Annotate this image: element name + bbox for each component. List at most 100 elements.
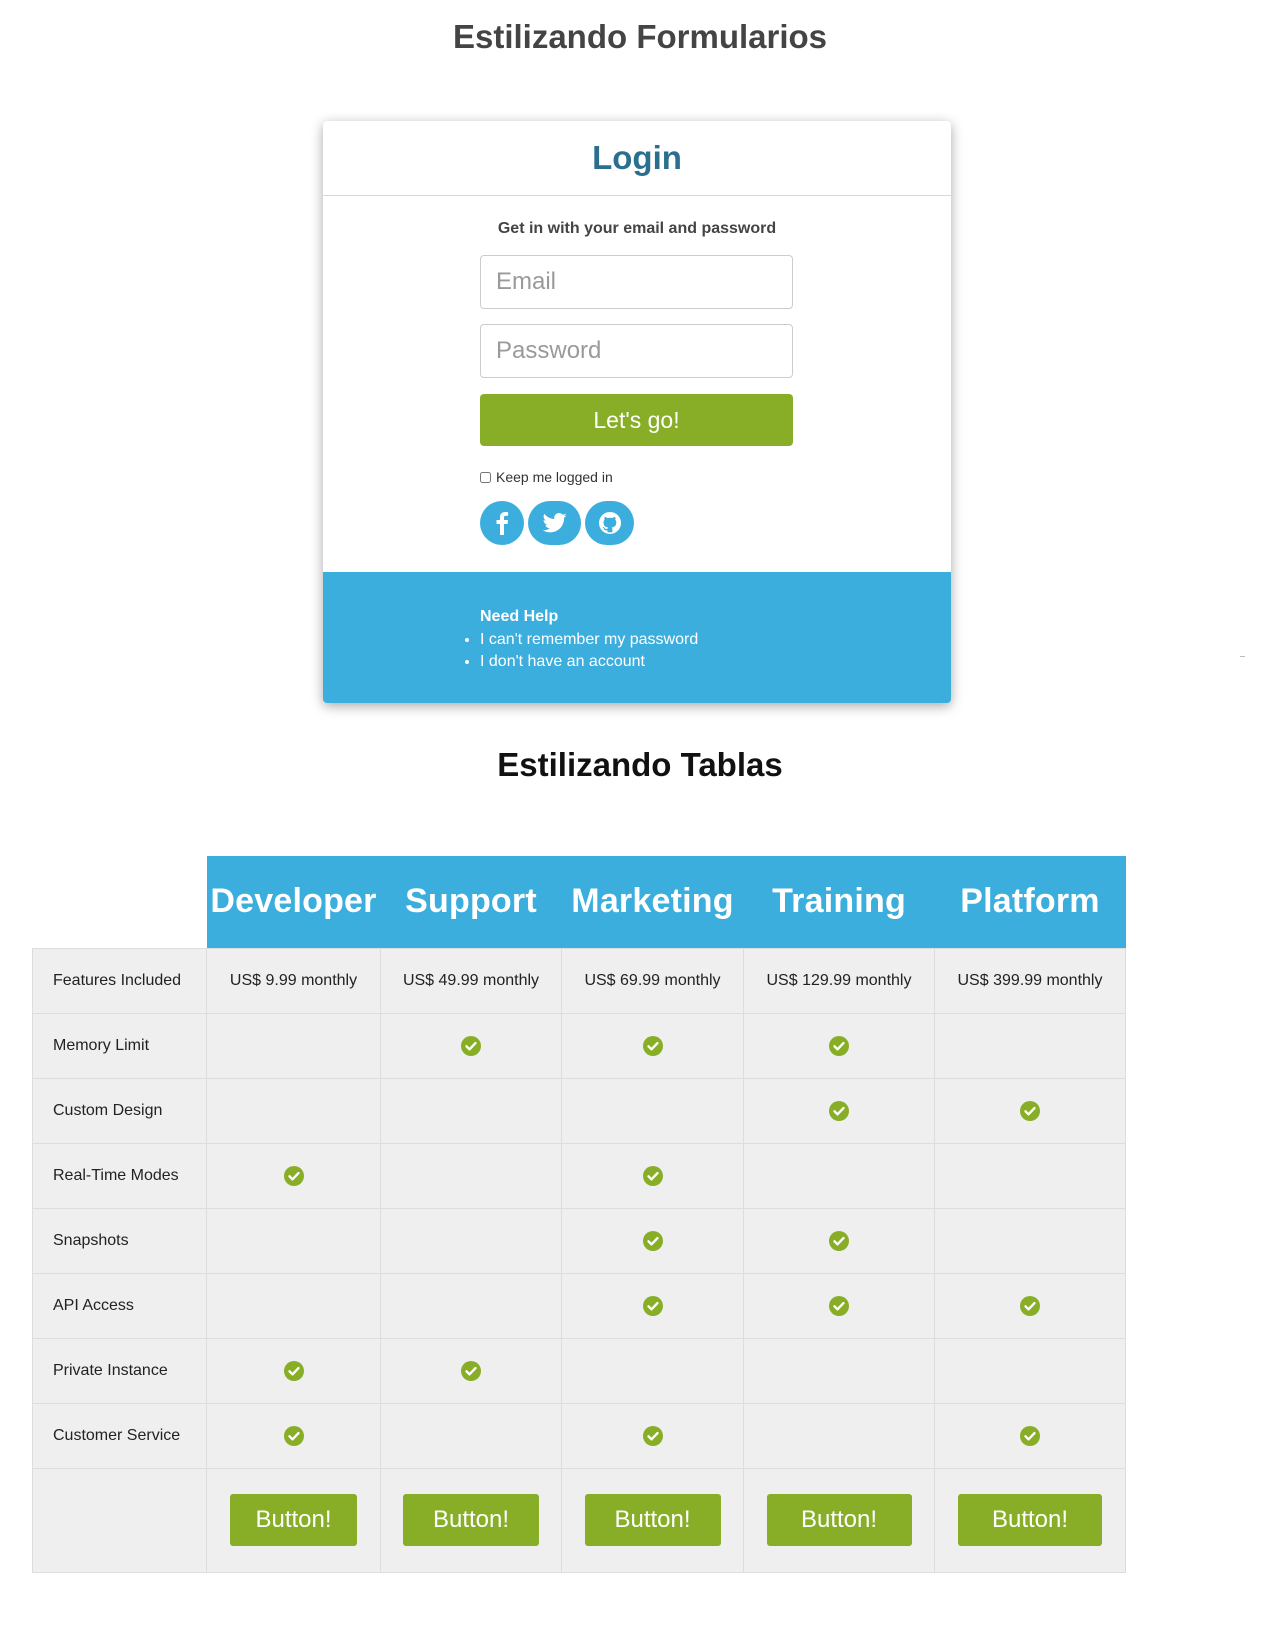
check-icon bbox=[283, 1425, 304, 1446]
feature-row: Custom Design bbox=[32, 1077, 1126, 1144]
feature-cell bbox=[380, 1402, 562, 1469]
feature-cell bbox=[380, 1272, 562, 1339]
login-title: Login bbox=[592, 139, 682, 176]
check-icon bbox=[1020, 1100, 1040, 1121]
login-subtitle: Get in with your email and password bbox=[497, 220, 777, 237]
submit-button[interactable]: Let's go! bbox=[480, 394, 793, 446]
feature-cell bbox=[743, 1142, 935, 1209]
divider bbox=[1240, 656, 1245, 657]
forgot-password-link[interactable]: I can't remember my password bbox=[480, 629, 698, 651]
features-label: Features Included bbox=[32, 947, 207, 1014]
pricing-table: Developer Support Marketing Training Pla… bbox=[32, 856, 1126, 1573]
check-icon bbox=[283, 1360, 304, 1381]
check-icon bbox=[829, 1100, 849, 1121]
no-account-link[interactable]: I don't have an account bbox=[480, 651, 698, 673]
feature-cell bbox=[934, 1077, 1126, 1144]
feature-cell bbox=[380, 1012, 562, 1079]
check-icon bbox=[829, 1035, 849, 1056]
login-card: Login Get in with your email and passwor… bbox=[323, 121, 951, 703]
feature-cell bbox=[206, 1142, 381, 1209]
feature-cell bbox=[743, 1207, 935, 1274]
feature-row: Customer Service bbox=[32, 1402, 1126, 1469]
feature-row: Snapshots bbox=[32, 1207, 1126, 1274]
plan-button-developer[interactable]: Button! bbox=[230, 1494, 357, 1546]
feature-row: Memory Limit bbox=[32, 1012, 1126, 1079]
remember-label: Keep me logged in bbox=[496, 469, 613, 485]
feature-name: API Access bbox=[32, 1272, 207, 1339]
check-icon bbox=[642, 1425, 663, 1446]
plan-header-row: Developer Support Marketing Training Pla… bbox=[32, 856, 1126, 948]
feature-cell bbox=[743, 1077, 935, 1144]
feature-cell bbox=[561, 1272, 744, 1339]
feature-cell bbox=[380, 1207, 562, 1274]
check-icon bbox=[642, 1295, 663, 1316]
feature-cell bbox=[934, 1012, 1126, 1079]
action-row: Button! Button! Button! Button! Button! bbox=[32, 1467, 1126, 1573]
plan-header-developer: Developer bbox=[206, 856, 381, 948]
price-row: Features Included US$ 9.99 monthly US$ 4… bbox=[32, 947, 1126, 1014]
check-icon bbox=[461, 1360, 481, 1381]
check-icon bbox=[1020, 1295, 1040, 1316]
help-links: I can't remember my password I don't hav… bbox=[462, 629, 698, 673]
feature-cell bbox=[206, 1402, 381, 1469]
help-footer: Need Help I can't remember my password I… bbox=[323, 572, 951, 703]
plan-header-platform: Platform bbox=[934, 856, 1126, 948]
feature-cell bbox=[561, 1077, 744, 1144]
feature-cell bbox=[206, 1272, 381, 1339]
remember-me[interactable]: Keep me logged in bbox=[480, 469, 613, 485]
feature-row: Real-Time Modes bbox=[32, 1142, 1126, 1209]
facebook-login-button[interactable] bbox=[480, 501, 524, 545]
feature-cell bbox=[743, 1402, 935, 1469]
feature-cell bbox=[380, 1337, 562, 1404]
check-icon bbox=[829, 1230, 849, 1251]
feature-cell bbox=[380, 1077, 562, 1144]
help-title: Need Help bbox=[480, 608, 559, 625]
feature-cell bbox=[561, 1012, 744, 1079]
feature-cell bbox=[743, 1012, 935, 1079]
login-header: Login bbox=[323, 121, 951, 196]
feature-cell bbox=[206, 1077, 381, 1144]
action-cell: Button! bbox=[934, 1467, 1126, 1573]
feature-cell bbox=[206, 1012, 381, 1079]
feature-cell bbox=[934, 1402, 1126, 1469]
feature-cell bbox=[561, 1337, 744, 1404]
plan-header-support: Support bbox=[380, 856, 562, 948]
facebook-icon bbox=[496, 512, 509, 535]
plan-header-marketing: Marketing bbox=[561, 856, 744, 948]
remember-checkbox[interactable] bbox=[480, 471, 491, 483]
check-icon bbox=[642, 1165, 663, 1186]
email-field[interactable] bbox=[480, 255, 793, 309]
feature-cell bbox=[206, 1337, 381, 1404]
plan-button-marketing[interactable]: Button! bbox=[584, 1494, 721, 1546]
feature-cell bbox=[934, 1337, 1126, 1404]
price-cell: US$ 399.99 monthly bbox=[934, 947, 1126, 1014]
feature-cell bbox=[561, 1207, 744, 1274]
feature-cell bbox=[934, 1272, 1126, 1339]
feature-cell bbox=[561, 1402, 744, 1469]
feature-name: Real-Time Modes bbox=[32, 1142, 207, 1209]
header-spacer bbox=[32, 856, 207, 948]
github-login-button[interactable] bbox=[585, 501, 634, 545]
price-cell: US$ 9.99 monthly bbox=[206, 947, 381, 1014]
plan-header-training: Training bbox=[743, 856, 935, 948]
action-cell: Button! bbox=[380, 1467, 562, 1573]
feature-name: Private Instance bbox=[32, 1337, 207, 1404]
social-login-buttons bbox=[480, 501, 634, 545]
feature-cell bbox=[380, 1142, 562, 1209]
feature-name: Customer Service bbox=[32, 1402, 207, 1469]
twitter-login-button[interactable] bbox=[528, 501, 581, 545]
plan-button-training[interactable]: Button! bbox=[766, 1494, 912, 1546]
action-row-spacer bbox=[32, 1467, 207, 1573]
price-cell: US$ 129.99 monthly bbox=[743, 947, 935, 1014]
password-field[interactable] bbox=[480, 324, 793, 378]
check-icon bbox=[1020, 1425, 1040, 1446]
check-icon bbox=[642, 1230, 663, 1251]
feature-row: Private Instance bbox=[32, 1337, 1126, 1404]
feature-cell bbox=[743, 1337, 935, 1404]
feature-cell bbox=[561, 1142, 744, 1209]
check-icon bbox=[283, 1165, 304, 1186]
plan-button-platform[interactable]: Button! bbox=[958, 1494, 1102, 1546]
feature-cell bbox=[206, 1207, 381, 1274]
tables-section-title: Estilizando Tablas bbox=[497, 746, 783, 783]
plan-button-support[interactable]: Button! bbox=[403, 1494, 539, 1546]
